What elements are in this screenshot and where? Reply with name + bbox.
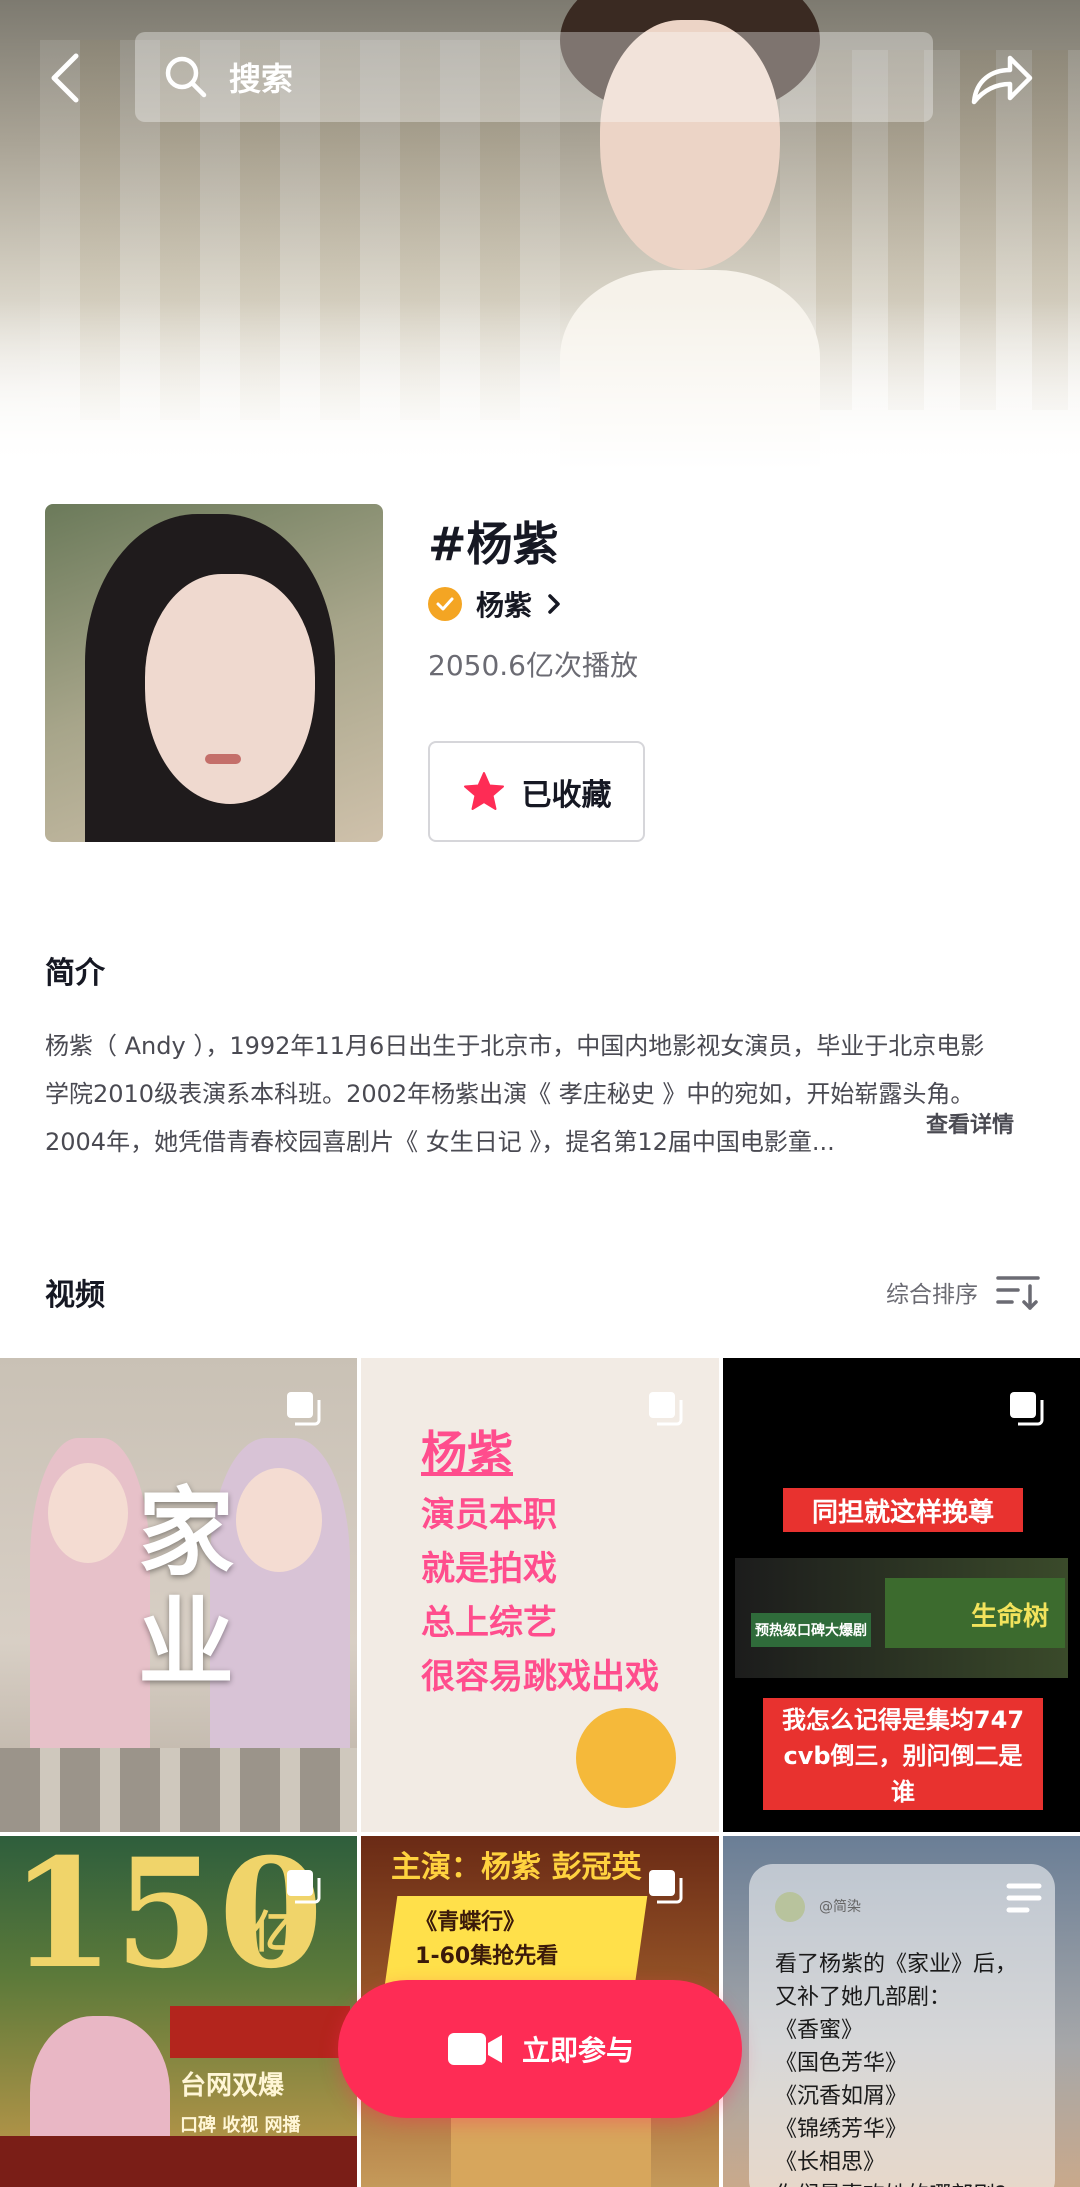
view-details-link[interactable]: 查看详情	[926, 1107, 1014, 1139]
tile-line: 《锦绣芳华》	[775, 2117, 908, 2142]
chevron-right-icon	[548, 594, 560, 614]
topic-cover-image	[45, 504, 383, 842]
tile-line: 杨紫	[421, 1426, 513, 1480]
tile-line: 又补了她几部剧：	[775, 1985, 952, 2010]
avatar	[775, 1892, 805, 1922]
favorite-label: 已收藏	[521, 777, 612, 813]
video-tile[interactable]: 家业	[0, 1358, 357, 1832]
author-link[interactable]: 杨紫	[428, 584, 564, 624]
tile-line: 台网双爆	[180, 2071, 285, 2101]
intro-line: 学院2010级表演系本科班。2002年杨紫出演《 孝庄秘史 》中的宛如，开始崭露…	[45, 1080, 975, 1108]
list-icon	[1006, 1883, 1042, 1913]
tile-line: 1-60集抢先看	[415, 1944, 559, 1969]
share-icon[interactable]	[966, 50, 1036, 110]
multi-image-icon	[649, 1870, 683, 1904]
video-tile[interactable]: 同担就这样挽尊 预热级口碑大爆剧 生命树 我怎么记得是集均747 cvb倒三，别…	[723, 1358, 1080, 1832]
favorite-button[interactable]: 已收藏	[428, 741, 645, 842]
search-icon	[165, 56, 207, 98]
multi-image-icon	[287, 1392, 321, 1426]
sort-button[interactable]: 综合排序	[886, 1272, 1040, 1312]
videos-heading: 视频	[45, 1278, 105, 1313]
tile-caption-line: cvb倒三，别问倒二是	[783, 1742, 1023, 1770]
tile-line: 看了杨紫的《家业》后，	[775, 1952, 1018, 1977]
tile-line: 《长相思》	[775, 2150, 886, 2175]
tile-line: 《沉香如屑》	[775, 2084, 908, 2109]
tile-line: 总上综艺	[421, 1603, 557, 1643]
topic-title: #杨紫	[428, 517, 559, 571]
intro-line: 2004年，她凭借青春校园喜剧片《 女生日记 》，提名第12届中国电影童...	[45, 1128, 835, 1156]
intro-line: 杨紫（ Andy ），1992年11月6日出生于北京市，中国内地影视女演员，毕业…	[45, 1032, 985, 1060]
tile-line: 《国色芳华》	[775, 2051, 908, 2076]
tile-line: 演员本职	[421, 1495, 557, 1535]
tile-handle: @简染	[819, 1899, 861, 1915]
tile-caption-line: 我怎么记得是集均747	[781, 1706, 1025, 1734]
participate-button[interactable]: 立即参与	[338, 1980, 742, 2118]
tile-line: 《青蝶行》	[415, 1910, 526, 1935]
tile-caption-line: 谁	[891, 1778, 915, 1806]
search-placeholder: 搜索	[229, 60, 294, 98]
tile-line: 《香蜜》	[775, 2018, 864, 2043]
tile-caption: 主演：杨紫 彭冠英	[391, 1850, 642, 1885]
tile-line: 就是拍戏	[421, 1549, 557, 1589]
multi-image-icon	[287, 1870, 321, 1904]
video-tile[interactable]: 150 亿 台网双爆 口碑 收视 网播	[0, 1836, 357, 2187]
participate-label: 立即参与	[521, 2034, 634, 2067]
author-name: 杨紫	[476, 589, 533, 622]
star-icon	[463, 771, 504, 810]
back-icon[interactable]	[44, 48, 88, 108]
intro-heading: 简介	[45, 956, 105, 991]
tile-sign: 生命树	[971, 1602, 1050, 1632]
play-count: 2050.6亿次播放	[428, 649, 638, 682]
monocle-emoji-icon	[576, 1708, 676, 1808]
video-camera-icon	[447, 2033, 502, 2065]
verified-badge-icon	[428, 587, 462, 621]
video-tile[interactable]: @简染 看了杨紫的《家业》后， 又补了她几部剧： 《香蜜》 《国色芳华》 《沉香…	[723, 1836, 1080, 2187]
tile-title: 家业	[138, 1476, 234, 1699]
multi-image-icon	[649, 1392, 683, 1426]
tile-banner: 同担就这样挽尊	[783, 1488, 1023, 1532]
tile-line: 很容易跳戏出戏	[421, 1657, 659, 1697]
sort-label: 综合排序	[886, 1282, 978, 1308]
intro-text: 杨紫（ Andy ），1992年11月6日出生于北京市，中国内地影视女演员，毕业…	[45, 1022, 1035, 1166]
tile-line: 你们最喜欢她的哪部剧?	[775, 2179, 1017, 2187]
hero-fade	[0, 300, 1080, 470]
tile-label: 预热级口碑大爆剧	[751, 1613, 871, 1647]
multi-image-icon	[1010, 1392, 1044, 1426]
search-bar[interactable]: 搜索	[135, 32, 933, 122]
tile-caption: 我怎么记得是集均747 cvb倒三，别问倒二是 谁	[763, 1698, 1043, 1810]
sort-icon	[996, 1276, 1040, 1310]
video-tile[interactable]: 杨紫 演员本职 就是拍戏 总上综艺 很容易跳戏出戏	[361, 1358, 719, 1832]
